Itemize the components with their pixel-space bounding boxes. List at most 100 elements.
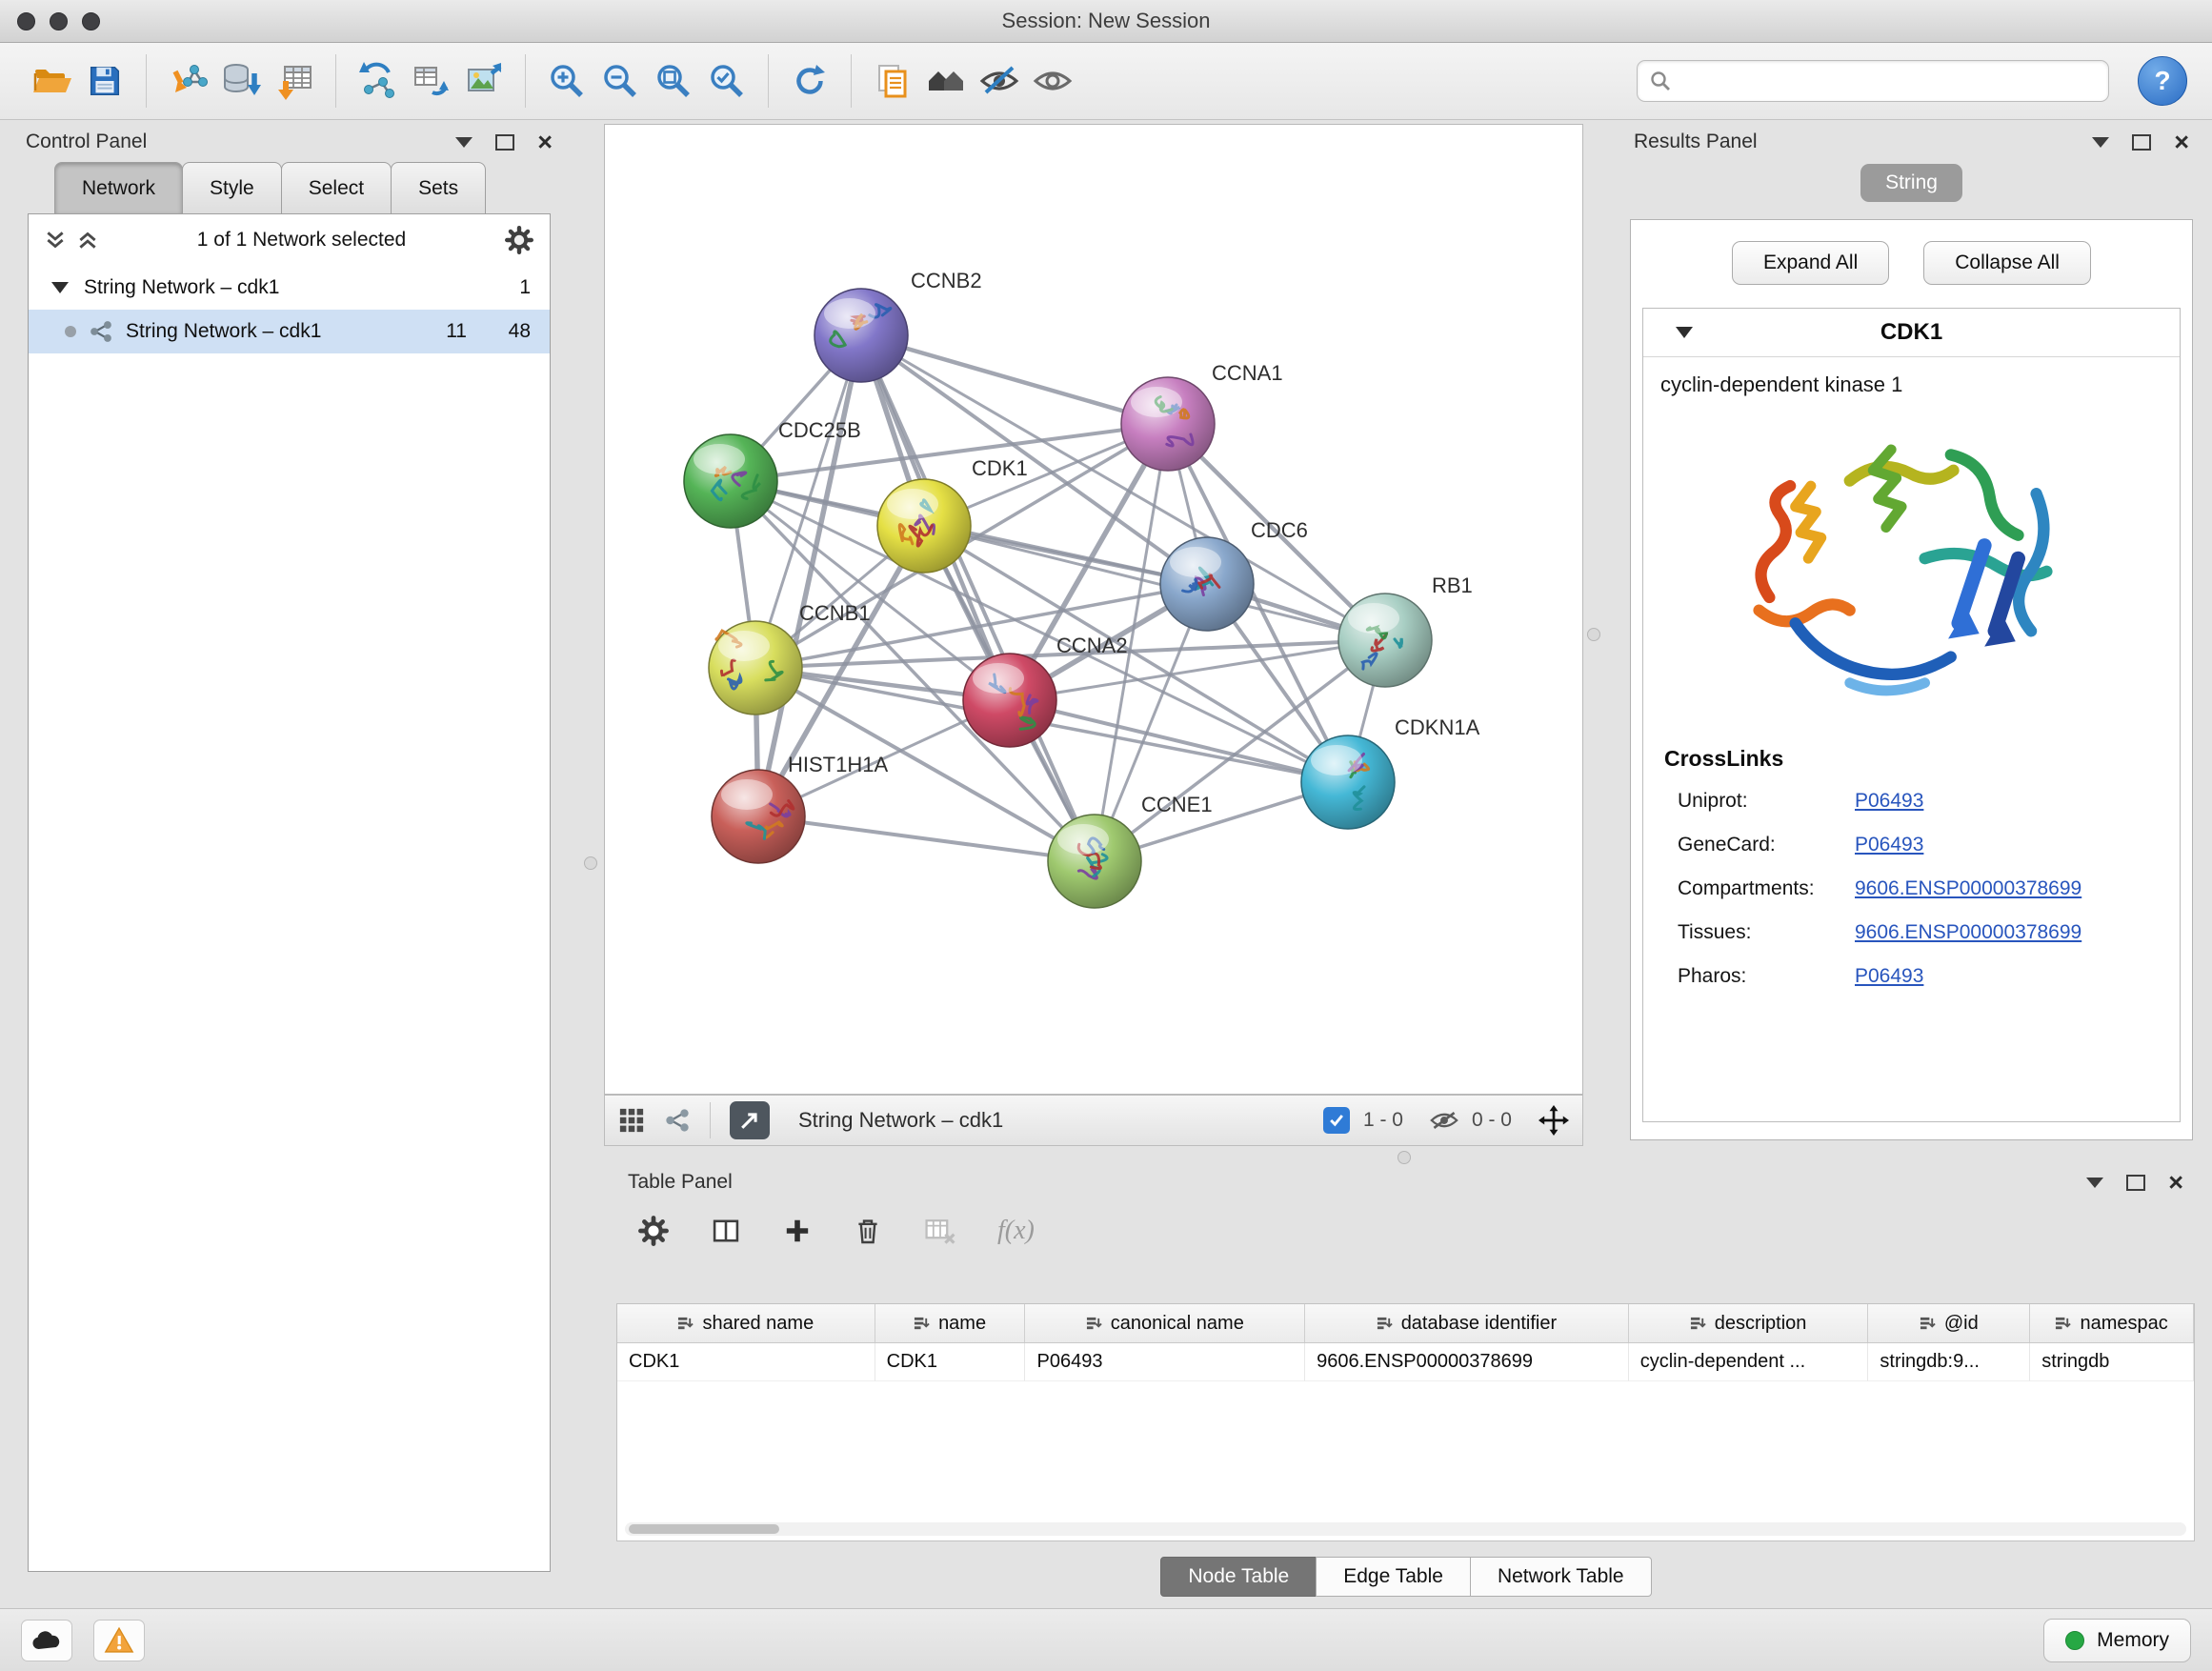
expand-all-button[interactable]: Expand All: [1732, 241, 1889, 285]
pharos-link[interactable]: P06493: [1855, 965, 1923, 988]
horizontal-scrollbar[interactable]: [625, 1522, 2186, 1536]
splitter-handle[interactable]: [1398, 1151, 1411, 1164]
panel-collapse-icon[interactable]: [2086, 1178, 2103, 1188]
network-canvas[interactable]: CCNB2CCNA1CDC25BCDK1CDC6RB1CCNB1CCNA2CDK…: [604, 124, 1583, 1095]
collapse-all-button[interactable]: Collapse All: [1923, 241, 2091, 285]
network-view-title: String Network – cdk1: [798, 1108, 1003, 1133]
eye-slash-icon: [978, 60, 1020, 102]
pan-crosshair-icon[interactable]: [1538, 1105, 1569, 1136]
show-annotations-button[interactable]: [1026, 51, 1079, 111]
cell-canonical-name: P06493: [1025, 1343, 1305, 1381]
splitter-handle[interactable]: [1587, 628, 1600, 641]
network-edge[interactable]: [861, 335, 1168, 424]
warnings-button[interactable]: [93, 1620, 145, 1661]
tab-select[interactable]: Select: [281, 162, 392, 214]
tab-network[interactable]: Network: [54, 162, 183, 214]
tissues-link[interactable]: 9606.ENSP00000378699: [1855, 921, 2081, 944]
column-header-shared-name[interactable]: shared name: [617, 1304, 875, 1342]
export-image-button[interactable]: [457, 51, 511, 111]
panel-close-icon[interactable]: ×: [2174, 130, 2189, 155]
string-view-icon[interactable]: [664, 1107, 691, 1134]
column-header-namespace[interactable]: namespac: [2030, 1304, 2194, 1342]
zoom-out-button[interactable]: [593, 51, 647, 111]
collapse-all-networks-icon[interactable]: [76, 229, 99, 252]
network-selection-status: 1 of 1 Network selected: [109, 229, 494, 252]
column-header-canonical-name[interactable]: canonical name: [1025, 1304, 1305, 1342]
zoom-fit-button[interactable]: [647, 51, 700, 111]
network-edge[interactable]: [758, 816, 1095, 861]
hide-annotations-button[interactable]: [973, 51, 1026, 111]
birdseye-home-button[interactable]: [919, 51, 973, 111]
uniprot-link[interactable]: P06493: [1855, 790, 1923, 813]
genecard-link[interactable]: P06493: [1855, 834, 1923, 856]
window-close-button[interactable]: [17, 12, 35, 30]
import-table-button[interactable]: [268, 51, 321, 111]
cloud-button[interactable]: [21, 1620, 72, 1661]
panel-close-icon[interactable]: ×: [2168, 1170, 2183, 1196]
gear-icon[interactable]: [637, 1215, 670, 1247]
scrollbar-thumb[interactable]: [629, 1524, 779, 1534]
column-header-database-identifier[interactable]: database identifier: [1305, 1304, 1629, 1342]
memory-status-icon: [2065, 1631, 2084, 1650]
network-row-selected[interactable]: String Network – cdk1 11 48: [29, 310, 550, 353]
window-zoom-button[interactable]: [82, 12, 100, 30]
network-view: CCNB2CCNA1CDC25BCDK1CDC6RB1CCNB1CCNA2CDK…: [604, 124, 1583, 1146]
open-session-button[interactable]: [25, 51, 78, 111]
table-toolbar: f(x): [616, 1200, 2195, 1261]
clone-network-button[interactable]: [404, 51, 457, 111]
window-minimize-button[interactable]: [50, 12, 68, 30]
tab-network-table[interactable]: Network Table: [1470, 1557, 1652, 1597]
table-row[interactable]: CDK1 CDK1 P06493 9606.ENSP00000378699 cy…: [617, 1343, 2194, 1381]
detach-view-button[interactable]: [730, 1101, 770, 1139]
tab-node-table[interactable]: Node Table: [1160, 1557, 1317, 1597]
network-collection-row[interactable]: String Network – cdk1 1: [29, 266, 550, 310]
add-column-icon[interactable]: [782, 1216, 813, 1246]
apply-layout-button[interactable]: [783, 51, 836, 111]
hidden-count: 0 - 0: [1472, 1109, 1512, 1132]
copy-document-button[interactable]: [866, 51, 919, 111]
compartments-link[interactable]: 9606.ENSP00000378699: [1855, 877, 2081, 900]
panel-float-icon[interactable]: [495, 134, 514, 151]
panel-float-icon[interactable]: [2132, 134, 2151, 151]
expand-all-networks-icon[interactable]: [44, 229, 67, 252]
memory-button[interactable]: Memory: [2043, 1619, 2191, 1662]
section-collapse-icon[interactable]: [1676, 327, 1693, 338]
splitter-handle[interactable]: [584, 856, 597, 870]
network-edge[interactable]: [758, 335, 861, 816]
tree-expand-icon[interactable]: [51, 282, 69, 293]
help-button[interactable]: ?: [2138, 56, 2187, 106]
cell-name: CDK1: [875, 1343, 1026, 1381]
hidden-eye-icon[interactable]: [1430, 1110, 1458, 1131]
import-network-from-database-button[interactable]: [214, 51, 268, 111]
table-tabs: Node Table Edge Table Network Table: [616, 1557, 2195, 1597]
search-input[interactable]: [1679, 69, 2097, 93]
panel-collapse-icon[interactable]: [2092, 137, 2109, 148]
network-edge[interactable]: [861, 335, 1095, 861]
tab-style[interactable]: Style: [182, 162, 282, 214]
zoom-selected-button[interactable]: [700, 51, 754, 111]
zoom-in-button[interactable]: [540, 51, 593, 111]
tab-string[interactable]: String: [1860, 164, 1962, 202]
cell-namespace: stringdb: [2030, 1343, 2194, 1381]
selected-count: 1 - 0: [1363, 1109, 1403, 1132]
show-columns-icon[interactable]: [710, 1215, 742, 1247]
panel-collapse-icon[interactable]: [455, 137, 473, 148]
import-network-icon: [167, 60, 209, 102]
delete-column-icon[interactable]: [853, 1216, 883, 1246]
node-label-CDC6: CDC6: [1251, 518, 1308, 542]
panel-float-icon[interactable]: [2126, 1175, 2145, 1191]
column-header-name[interactable]: name: [875, 1304, 1026, 1342]
column-header-description[interactable]: description: [1629, 1304, 1869, 1342]
tab-edge-table[interactable]: Edge Table: [1316, 1557, 1471, 1597]
grid-view-icon[interactable]: [618, 1107, 645, 1134]
selected-checkbox-icon[interactable]: [1323, 1107, 1350, 1134]
crosslink-label: Tissues:: [1678, 921, 1855, 944]
save-session-button[interactable]: [78, 51, 131, 111]
column-header-id[interactable]: @id: [1868, 1304, 2030, 1342]
panel-close-icon[interactable]: ×: [537, 130, 553, 155]
import-network-button[interactable]: [161, 51, 214, 111]
gear-icon[interactable]: [504, 225, 534, 255]
tab-sets[interactable]: Sets: [391, 162, 486, 214]
cell-id: stringdb:9...: [1868, 1343, 2030, 1381]
new-network-from-selection-button[interactable]: [351, 51, 404, 111]
